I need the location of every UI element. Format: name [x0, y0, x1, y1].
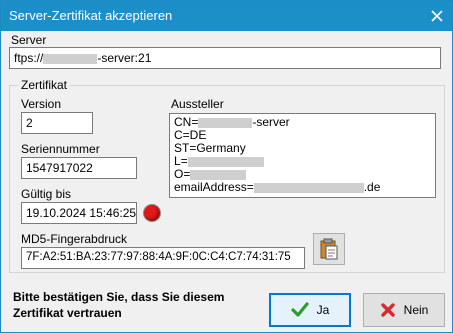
copy-fingerprint-button[interactable] — [313, 233, 345, 265]
issuer-l-prefix: L= — [174, 154, 188, 168]
md5-field[interactable]: 7F:A2:51:BA:23:77:97:88:4A:9F:0C:C4:C7:7… — [21, 247, 305, 269]
close-icon — [431, 10, 443, 22]
issuer-label: Aussteller — [171, 97, 224, 111]
issuer-cn-suffix: -server — [252, 115, 290, 129]
server-value-suffix: -server:21 — [97, 51, 152, 65]
server-field[interactable]: ftps:// -server:21 — [9, 47, 441, 69]
certificate-dialog: Server-Zertifikat akzeptieren Server ftp… — [0, 0, 453, 333]
title-bar: Server-Zertifikat akzeptieren — [1, 1, 452, 31]
redacted-cn — [198, 117, 253, 128]
issuer-st-line: ST=Germany — [174, 141, 246, 155]
server-label: Server — [11, 33, 47, 47]
cross-icon — [380, 303, 395, 317]
no-button[interactable]: Nein — [363, 293, 445, 327]
server-value-prefix: ftps:// — [14, 51, 44, 65]
issuer-email-suffix: .de — [363, 180, 381, 194]
version-field[interactable]: 2 — [21, 112, 93, 134]
clipboard-icon — [320, 238, 338, 260]
valid-until-field[interactable]: 19.10.2024 15:46:25 — [21, 202, 137, 224]
md5-label: MD5-Fingerabdruck — [21, 232, 128, 246]
issuer-email-line: emailAddress= .de — [174, 181, 431, 194]
expiry-status-indicator — [143, 204, 161, 222]
issuer-o-prefix: O= — [174, 167, 191, 181]
redacted-email — [253, 182, 364, 193]
version-label: Version — [21, 97, 62, 111]
window-title: Server-Zertifikat akzeptieren — [9, 8, 173, 23]
serial-field[interactable]: 1547917022 — [21, 157, 137, 179]
certificate-group-title: Zertifikat — [18, 78, 71, 92]
redacted-hostname — [43, 53, 98, 64]
issuer-cn-line: CN= -server — [174, 116, 431, 129]
checkmark-icon — [291, 302, 309, 317]
issuer-l-line: L= — [174, 155, 431, 168]
issuer-cn-prefix: CN= — [174, 115, 199, 129]
yes-button-label: Ja — [316, 303, 330, 317]
close-button[interactable] — [426, 5, 448, 27]
no-button-label: Nein — [403, 303, 429, 317]
valid-until-label: Gültig bis — [21, 187, 72, 201]
redacted-organization — [190, 169, 247, 180]
issuer-email-prefix: emailAddress= — [174, 180, 254, 194]
confirmation-message: Bitte bestätigen Sie, dass Sie diesem Ze… — [13, 290, 225, 320]
yes-button[interactable]: Ja — [269, 293, 351, 327]
redacted-locality — [187, 156, 264, 167]
issuer-field[interactable]: CN= -server C=DE ST=Germany L= O= emailAd… — [169, 113, 436, 198]
serial-label: Seriennummer — [21, 142, 100, 156]
